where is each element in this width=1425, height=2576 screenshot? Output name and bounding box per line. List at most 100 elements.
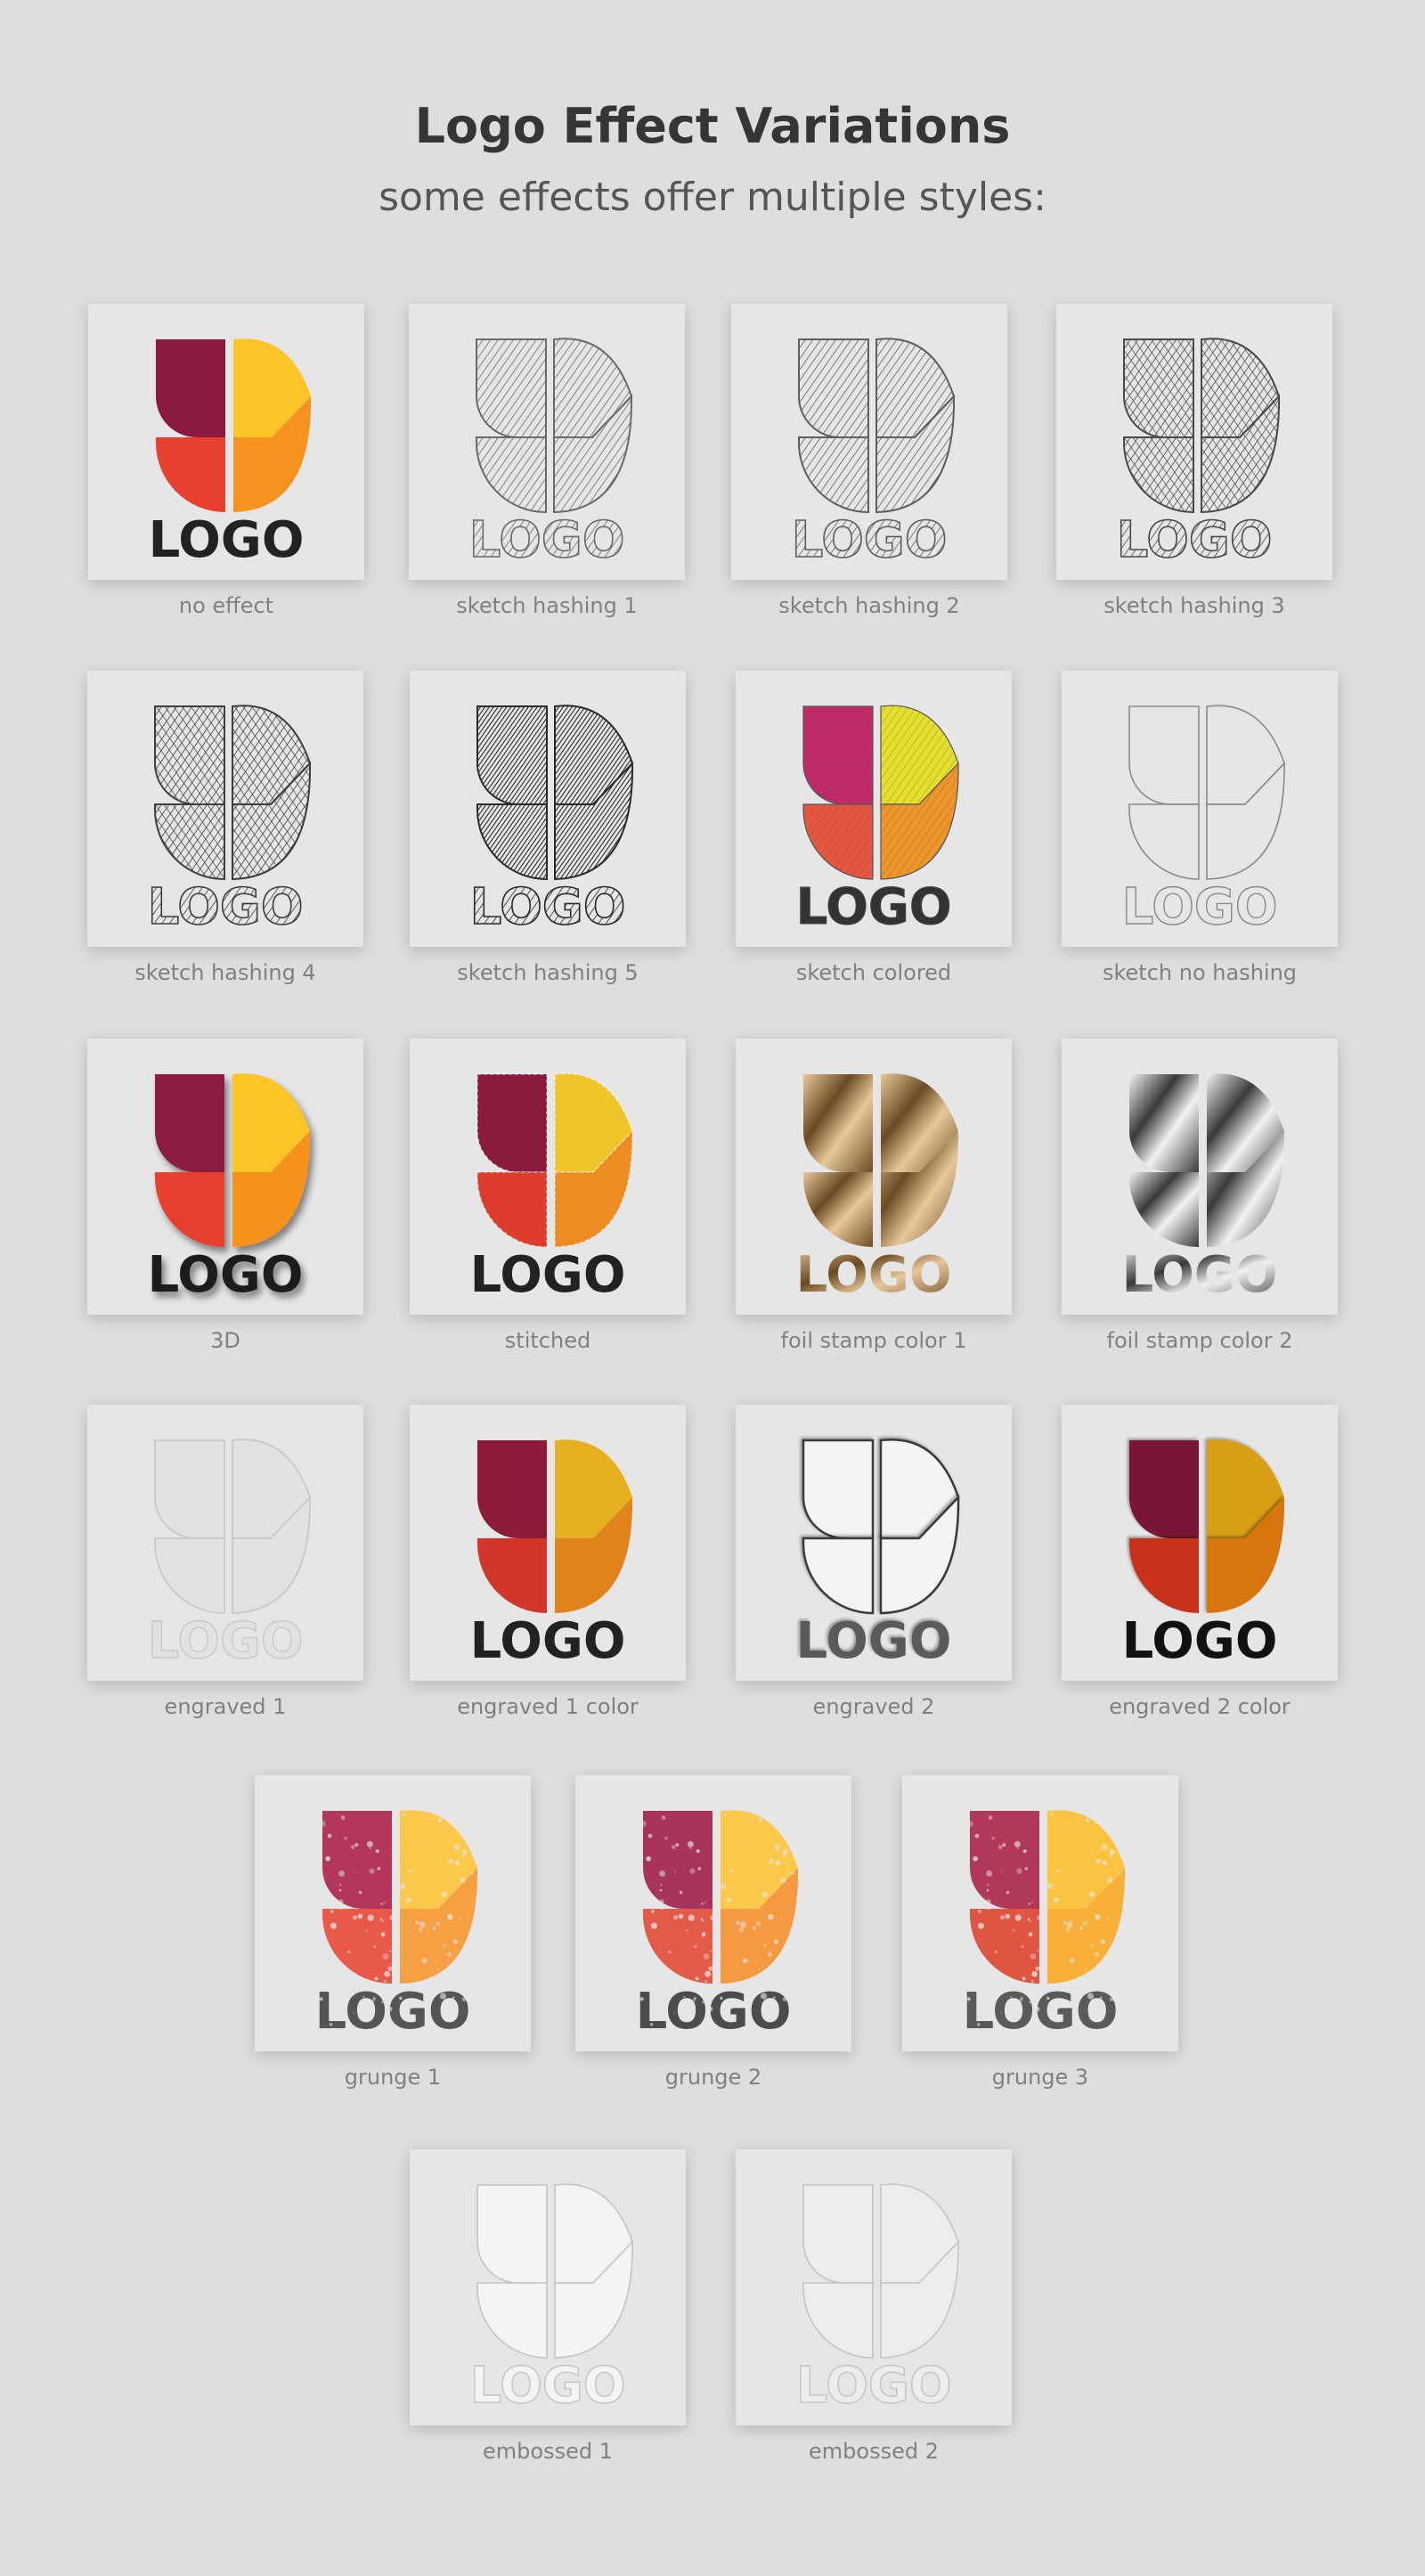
effect-tile: LOGO <box>736 2149 1012 2425</box>
effect-caption: sketch hashing 1 <box>456 593 638 618</box>
logo-petal-bl <box>476 436 547 514</box>
effect-caption: no effect <box>178 593 274 618</box>
effect-tile: LOGO <box>1056 304 1332 580</box>
logo-crosshatch <box>1124 437 1193 512</box>
logo-mark <box>802 1438 960 1615</box>
effect-tile: LOGO <box>736 1405 1012 1681</box>
effect-caption: sketch hashing 4 <box>134 960 316 985</box>
logo-preview: LOGO <box>469 705 634 937</box>
logo-wordmark: LOGO <box>963 1983 1119 2041</box>
logo-petal-bl <box>155 1172 224 1247</box>
logo-petal-tr <box>1206 705 1285 805</box>
logo-crosshatch <box>155 706 224 804</box>
logo-wordmark: LOGO <box>470 878 626 936</box>
logo-preview: LOGO <box>147 705 312 937</box>
logo-wordmark: LOGO <box>148 1246 304 1304</box>
logo-petal-bl <box>156 437 225 512</box>
logo-preview: LOGO <box>468 338 633 570</box>
logo-crosshatch <box>803 804 873 879</box>
effect-caption: sketch no hashing <box>1102 960 1298 985</box>
logo-wordmark: LOGO <box>470 1246 626 1304</box>
logo-mark <box>476 2183 633 2359</box>
logo-petal-tl <box>1129 1440 1199 1538</box>
logo-crosshatch <box>155 804 224 879</box>
effect-tile: LOGO <box>255 1775 531 2051</box>
logo-preview: LOGO <box>796 1073 959 1304</box>
logo-preview: LOGO <box>796 1438 960 1670</box>
logo-petal-tl <box>477 1440 547 1538</box>
effect-tile: LOGO <box>1062 1405 1338 1681</box>
logo-preview: LOGO <box>470 1072 633 1304</box>
logo-preview: LOGO <box>1121 705 1285 937</box>
logo-petal-bl <box>803 1172 873 1247</box>
logo-preview: LOGO <box>1116 338 1281 570</box>
logo-petal-bl <box>476 2282 548 2359</box>
effect-caption: 3D <box>210 1328 240 1353</box>
logo-mark <box>476 338 633 514</box>
effect-tile: LOGO <box>1062 1039 1338 1315</box>
logo-wordmark: LOGO <box>149 511 305 569</box>
logo-preview: LOGO <box>795 705 959 937</box>
logo-mark <box>1128 705 1285 880</box>
logo-mark <box>643 1810 799 1984</box>
effect-caption: grunge 2 <box>664 2065 762 2090</box>
logo-wordmark: LOGO <box>796 2357 952 2415</box>
logo-petal-bl <box>802 1537 875 1615</box>
logo-petal-tl <box>803 1074 873 1172</box>
logo-petal-bl <box>476 803 548 881</box>
effect-caption: sketch hashing 3 <box>1103 593 1285 618</box>
logo-preview: LOGO <box>315 1810 478 2041</box>
effect-tile: LOGO <box>409 304 685 580</box>
logo-petal-tl <box>802 1439 875 1540</box>
logo-petal-br <box>1206 762 1285 880</box>
logo-wordmark: LOGO <box>636 1983 792 2041</box>
effect-tile: LOGO <box>87 1039 363 1315</box>
logo-preview: LOGO <box>147 1439 312 1671</box>
effect-caption: engraved 2 color <box>1109 1694 1291 1719</box>
logo-wordmark: LOGO <box>1122 1246 1278 1304</box>
logo-preview: LOGO <box>470 1439 633 1670</box>
logo-petal-tl <box>154 1439 225 1539</box>
logo-preview: LOGO <box>791 338 956 570</box>
effect-caption: engraved 1 color <box>457 1694 639 1719</box>
page-title: Logo Effect Variations <box>414 98 1011 154</box>
logo-petal-bl <box>477 1538 547 1613</box>
logo-mark <box>1129 1073 1285 1247</box>
logo-petal-tl <box>476 2184 548 2284</box>
logo-crosshatch <box>1124 339 1193 437</box>
logo-mark <box>155 1073 311 1247</box>
logo-petal-bl <box>643 1909 712 1984</box>
logo-preview: LOGO <box>963 1810 1126 2041</box>
page-subtitle: some effects offer multiple styles: <box>379 175 1046 220</box>
effect-caption: engraved 1 <box>164 1694 287 1719</box>
logo-wordmark: LOGO <box>315 1983 471 2041</box>
effect-tile: LOGO <box>902 1775 1178 2051</box>
logo-petal-tl <box>476 1073 548 1173</box>
logo-petal-tl <box>802 2184 874 2284</box>
logo-petal-bl <box>798 436 869 514</box>
logo-wordmark: LOGO <box>470 2357 626 2415</box>
logo-preview: LOGO <box>795 2183 959 2416</box>
logo-wordmark: LOGO <box>148 878 304 936</box>
logo-petal-bl <box>970 1909 1039 1984</box>
logo-wordmark: LOGO <box>1122 1612 1278 1670</box>
effect-tile: LOGO <box>410 671 686 947</box>
logo-petal-tl <box>322 1811 392 1909</box>
effect-caption: stitched <box>504 1328 591 1353</box>
logo-petal-tl <box>970 1811 1039 1909</box>
effect-tile: LOGO <box>1062 671 1338 947</box>
effect-tile: LOGO <box>410 2149 686 2425</box>
logo-petal-bl <box>476 1171 548 1248</box>
effect-caption: grunge 1 <box>344 2065 442 2090</box>
effect-tile: LOGO <box>575 1775 851 2051</box>
logo-wordmark: LOGO <box>796 878 952 936</box>
logo-mark <box>476 1072 633 1248</box>
logo-petal-bl <box>802 2282 874 2359</box>
logo-preview: LOGO <box>1122 1439 1285 1670</box>
effect-tile: LOGO <box>88 304 364 580</box>
logo-crosshatch <box>803 706 873 804</box>
logo-petal-bl <box>154 1537 225 1614</box>
effect-caption: sketch hashing 5 <box>457 960 639 985</box>
effect-caption: foil stamp color 1 <box>780 1328 967 1353</box>
logo-mark <box>322 1810 478 1984</box>
